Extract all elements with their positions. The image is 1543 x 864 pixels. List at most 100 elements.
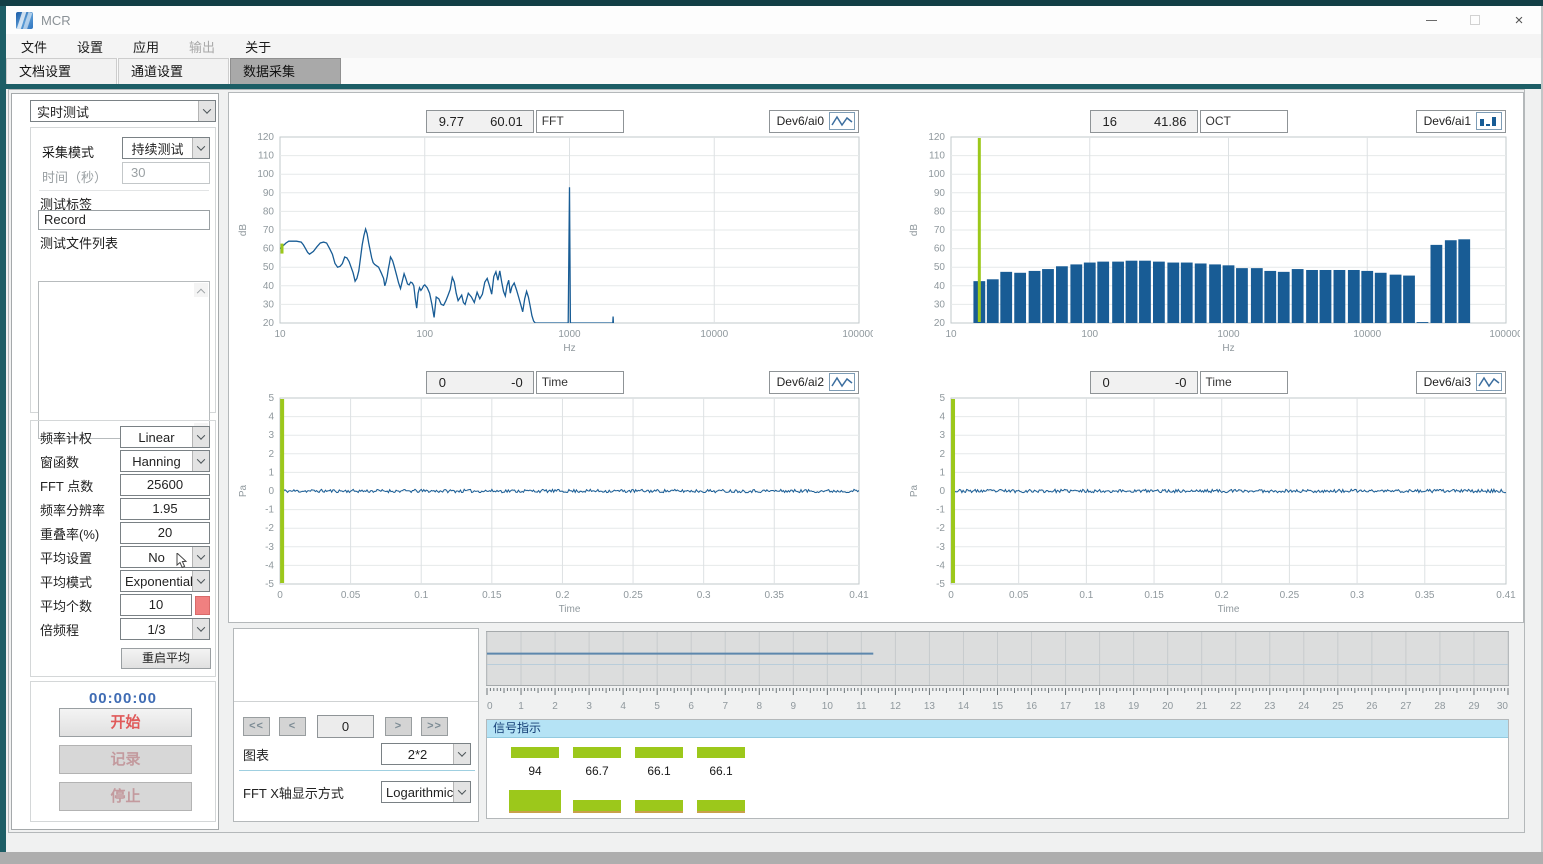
svg-text:0: 0 bbox=[939, 486, 945, 497]
chart-header: 0 -0 Time Dev6/ai2 bbox=[234, 370, 873, 394]
menu-application[interactable]: 应用 bbox=[118, 37, 174, 56]
svg-text:14: 14 bbox=[958, 701, 970, 712]
fft-plot[interactable]: 2030405060708090100110120101001000100001… bbox=[234, 133, 873, 355]
chevron-down-icon[interactable] bbox=[192, 138, 209, 158]
svg-text:20: 20 bbox=[1162, 701, 1174, 712]
channel-label: Dev6/ai1 bbox=[1424, 114, 1471, 128]
oct-plot[interactable]: 2030405060708090100110120101001000100001… bbox=[905, 133, 1520, 355]
time-plot-ai2[interactable]: -5-4-3-2-101234500.050.10.150.20.250.30.… bbox=[234, 394, 873, 616]
chart-name-field[interactable]: OCT bbox=[1200, 110, 1288, 133]
cursor-x-value: 16 bbox=[1103, 114, 1117, 129]
chevron-down-icon[interactable] bbox=[192, 571, 209, 591]
channel-selector[interactable]: Dev6/ai0 bbox=[769, 110, 859, 133]
chevron-down-icon[interactable] bbox=[453, 744, 470, 764]
svg-text:2: 2 bbox=[939, 449, 945, 460]
acq-mode-select[interactable]: 持续测试 bbox=[122, 137, 210, 159]
svg-text:26: 26 bbox=[1366, 701, 1378, 712]
close-button[interactable]: × bbox=[1497, 7, 1541, 33]
cursor-y-value: -0 bbox=[511, 375, 523, 390]
line-chart-icon bbox=[1476, 373, 1502, 391]
svg-text:10: 10 bbox=[822, 701, 834, 712]
tab-bar: 文档设置 通道设置 数据采集 bbox=[6, 58, 1541, 84]
svg-text:1: 1 bbox=[518, 701, 524, 712]
setting-label: 窗函数 bbox=[40, 452, 120, 471]
svg-text:3: 3 bbox=[586, 701, 592, 712]
test-mode-select[interactable]: 实时测试 bbox=[30, 100, 216, 122]
prev-page-button[interactable]: < bbox=[279, 717, 306, 736]
test-tag-input[interactable]: Record bbox=[38, 210, 210, 230]
chevron-down-icon[interactable] bbox=[192, 547, 209, 567]
chart-header: 9.77 60.01 FFT Dev6/ai0 bbox=[234, 109, 873, 133]
svg-text:0: 0 bbox=[487, 701, 493, 712]
divider bbox=[239, 770, 475, 771]
chart-name-field[interactable]: Time bbox=[1200, 371, 1288, 394]
setting-input[interactable]: 25600 bbox=[120, 474, 210, 496]
fft-axis-row: FFT X轴显示方式 Logarithmic bbox=[243, 781, 471, 803]
run-control-group: 00:00:00 开始 记录 停止 bbox=[30, 681, 216, 822]
restart-average-button[interactable]: 重启平均 bbox=[121, 648, 211, 669]
page-number-box[interactable]: 0 bbox=[317, 715, 374, 738]
svg-text:0.41: 0.41 bbox=[849, 590, 869, 601]
svg-text:Pa: Pa bbox=[238, 484, 249, 497]
menu-settings[interactable]: 设置 bbox=[62, 37, 118, 56]
scroll-up-icon[interactable] bbox=[194, 283, 208, 297]
svg-text:0.1: 0.1 bbox=[414, 590, 428, 601]
signal-value: 94 bbox=[505, 764, 565, 778]
channel-selector[interactable]: Dev6/ai1 bbox=[1416, 110, 1506, 133]
tab-data-acquisition[interactable]: 数据采集 bbox=[230, 58, 341, 84]
chart-layout-select[interactable]: 2*2 bbox=[381, 743, 471, 765]
minimize-button[interactable] bbox=[1409, 7, 1453, 33]
chart-name-field[interactable]: Time bbox=[536, 371, 624, 394]
svg-text:90: 90 bbox=[934, 188, 946, 199]
time-plot-ai3[interactable]: -5-4-3-2-101234500.050.10.150.20.250.30.… bbox=[905, 394, 1520, 616]
signal-level-bar bbox=[697, 747, 745, 758]
setting-select[interactable]: No bbox=[120, 546, 210, 568]
setting-row: 平均个数10 bbox=[31, 593, 215, 617]
setting-select[interactable]: Linear bbox=[120, 426, 210, 448]
menu-about[interactable]: 关于 bbox=[230, 37, 286, 56]
setting-input[interactable]: 1.95 bbox=[120, 498, 210, 520]
test-file-list[interactable] bbox=[38, 281, 210, 439]
tab-document-settings[interactable]: 文档设置 bbox=[6, 58, 117, 84]
svg-text:5: 5 bbox=[939, 394, 945, 404]
svg-text:20: 20 bbox=[263, 318, 275, 329]
fft-axis-select[interactable]: Logarithmic bbox=[381, 781, 471, 803]
signal-meter-bar bbox=[635, 800, 683, 813]
chevron-down-icon[interactable] bbox=[192, 451, 209, 471]
next-page-button[interactable]: > bbox=[385, 717, 412, 736]
chevron-down-icon[interactable] bbox=[192, 619, 209, 639]
setting-select[interactable]: Hanning bbox=[120, 450, 210, 472]
first-page-button[interactable]: << bbox=[243, 717, 270, 736]
chart-layout-label: 图表 bbox=[243, 745, 381, 764]
channel-selector[interactable]: Dev6/ai2 bbox=[769, 371, 859, 394]
svg-text:-5: -5 bbox=[936, 579, 945, 590]
svg-text:1: 1 bbox=[939, 467, 945, 478]
chevron-down-icon[interactable] bbox=[198, 101, 215, 121]
svg-text:24: 24 bbox=[1298, 701, 1310, 712]
chevron-down-icon[interactable] bbox=[453, 782, 470, 802]
signal-value: 66.7 bbox=[567, 764, 627, 778]
last-page-button[interactable]: >> bbox=[421, 717, 448, 736]
svg-text:18: 18 bbox=[1094, 701, 1106, 712]
chart-name-field[interactable]: FFT bbox=[536, 110, 624, 133]
timeline-svg[interactable]: 0123456789101112131415161718192021222324… bbox=[486, 631, 1509, 712]
signal-level-bar bbox=[511, 747, 559, 758]
svg-text:30: 30 bbox=[1497, 701, 1509, 712]
cursor-readout: 0 -0 bbox=[426, 371, 534, 394]
cursor-y-value: 41.86 bbox=[1154, 114, 1187, 129]
channel-selector[interactable]: Dev6/ai3 bbox=[1416, 371, 1506, 394]
setting-select[interactable]: 1/3 bbox=[120, 618, 210, 640]
setting-row: 窗函数Hanning bbox=[31, 449, 215, 473]
tab-channel-settings[interactable]: 通道设置 bbox=[118, 58, 229, 84]
chart-cell-time-ai2: 0 -0 Time Dev6/ai2 -5-4-3-2-101234500.05… bbox=[234, 358, 873, 620]
setting-select[interactable]: Exponential bbox=[120, 570, 210, 592]
start-button[interactable]: 开始 bbox=[59, 708, 192, 737]
setting-input[interactable]: 10 bbox=[120, 594, 192, 616]
chevron-down-icon[interactable] bbox=[192, 427, 209, 447]
setting-row: 重叠率(%)20 bbox=[31, 521, 215, 545]
setting-input[interactable]: 20 bbox=[120, 522, 210, 544]
window-border-left bbox=[0, 6, 6, 852]
svg-text:23: 23 bbox=[1264, 701, 1276, 712]
maximize-button[interactable] bbox=[1453, 7, 1497, 33]
menu-file[interactable]: 文件 bbox=[6, 37, 62, 56]
